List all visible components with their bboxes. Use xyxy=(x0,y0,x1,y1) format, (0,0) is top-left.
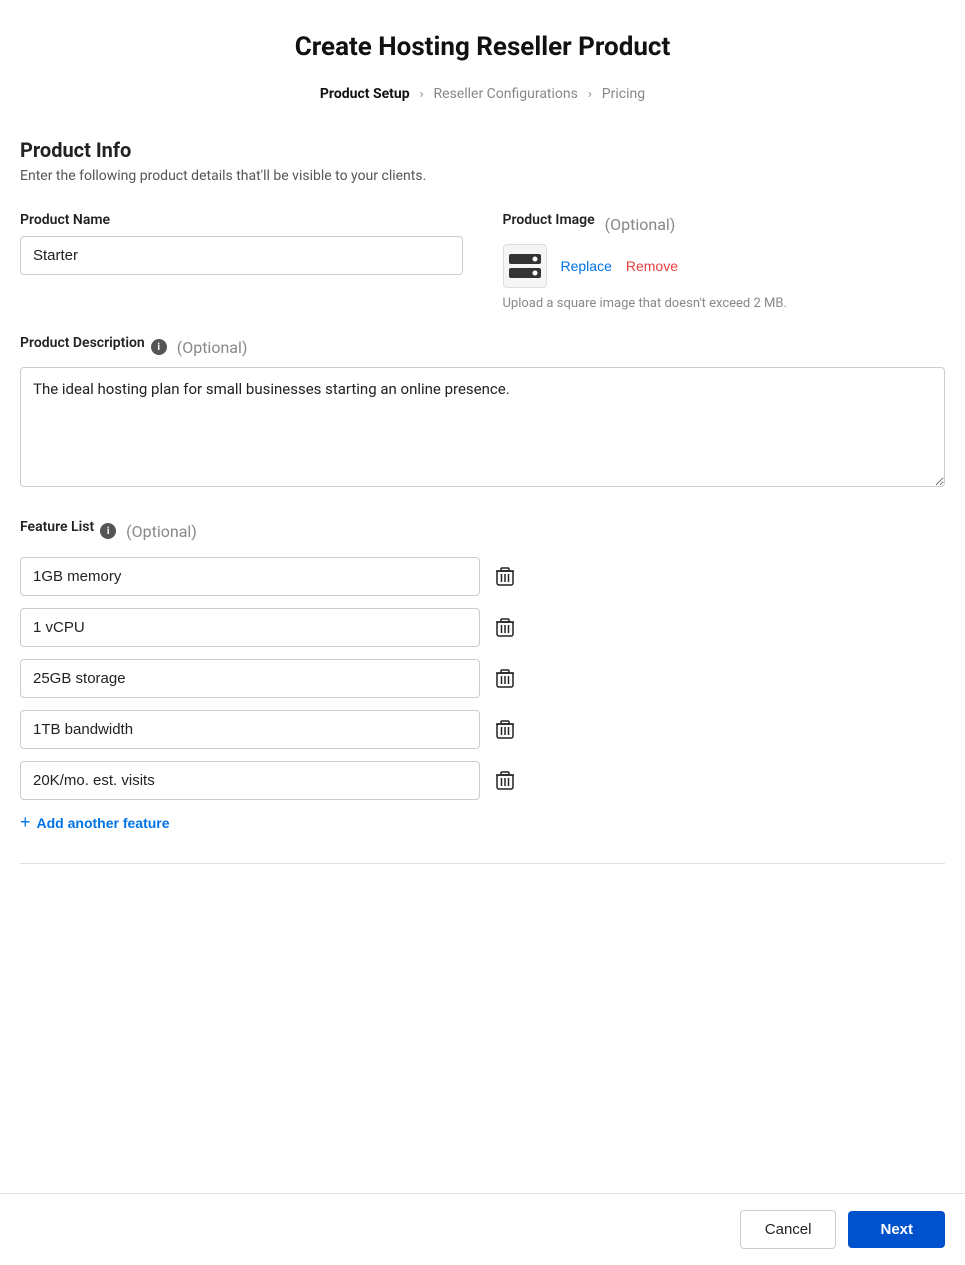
trash-icon-1 xyxy=(496,618,514,638)
product-image-optional: (Optional) xyxy=(605,215,676,234)
divider xyxy=(20,863,945,864)
product-name-label: Product Name xyxy=(20,212,463,228)
delete-feature-1[interactable] xyxy=(492,614,518,642)
replace-image-button[interactable]: Replace xyxy=(561,258,612,274)
delete-feature-0[interactable] xyxy=(492,563,518,591)
feature-input-4[interactable] xyxy=(20,761,480,800)
remove-image-button[interactable]: Remove xyxy=(626,258,678,274)
trash-icon-2 xyxy=(496,669,514,689)
product-image-thumb xyxy=(503,244,547,288)
delete-feature-4[interactable] xyxy=(492,767,518,795)
description-optional: (Optional) xyxy=(177,338,248,357)
section-title: Product Info xyxy=(20,138,945,162)
add-feature-button[interactable]: + Add another feature xyxy=(20,812,170,833)
feature-row-0 xyxy=(20,557,945,596)
delete-feature-3[interactable] xyxy=(492,716,518,744)
feature-input-1[interactable] xyxy=(20,608,480,647)
feature-list-optional: (Optional) xyxy=(126,522,197,541)
add-feature-label: Add another feature xyxy=(37,815,170,831)
trash-icon-3 xyxy=(496,720,514,740)
trash-icon-4 xyxy=(496,771,514,791)
footer-actions: Cancel Next xyxy=(0,1193,965,1265)
next-button[interactable]: Next xyxy=(848,1211,945,1248)
page-title: Create Hosting Reseller Product xyxy=(20,32,945,62)
product-name-input[interactable] xyxy=(20,236,463,275)
breadcrumb-step-reseller: Reseller Configurations xyxy=(434,86,578,102)
cancel-button[interactable]: Cancel xyxy=(740,1210,837,1249)
description-info-icon: i xyxy=(151,339,167,355)
delete-feature-2[interactable] xyxy=(492,665,518,693)
section-subtitle: Enter the following product details that… xyxy=(20,168,945,184)
breadcrumb-step-pricing: Pricing xyxy=(602,86,645,102)
breadcrumb-chevron-1: › xyxy=(420,87,424,102)
feature-list-info-icon: i xyxy=(100,523,116,539)
server-icon xyxy=(507,252,543,280)
description-textarea[interactable]: The ideal hosting plan for small busines… xyxy=(20,367,945,487)
trash-icon-0 xyxy=(496,567,514,587)
breadcrumb-step-product-setup: Product Setup xyxy=(320,86,410,102)
feature-row-4 xyxy=(20,761,945,800)
feature-row-3 xyxy=(20,710,945,749)
feature-input-3[interactable] xyxy=(20,710,480,749)
product-image-label: Product Image xyxy=(503,212,595,228)
feature-input-2[interactable] xyxy=(20,659,480,698)
feature-input-0[interactable] xyxy=(20,557,480,596)
breadcrumb: Product Setup › Reseller Configurations … xyxy=(20,86,945,102)
feature-list-label: Feature List xyxy=(20,519,94,535)
feature-row-1 xyxy=(20,608,945,647)
add-feature-icon: + xyxy=(20,812,31,833)
image-hint: Upload a square image that doesn't excee… xyxy=(503,296,946,311)
description-label: Product Description xyxy=(20,335,145,351)
breadcrumb-chevron-2: › xyxy=(588,87,592,102)
feature-row-2 xyxy=(20,659,945,698)
